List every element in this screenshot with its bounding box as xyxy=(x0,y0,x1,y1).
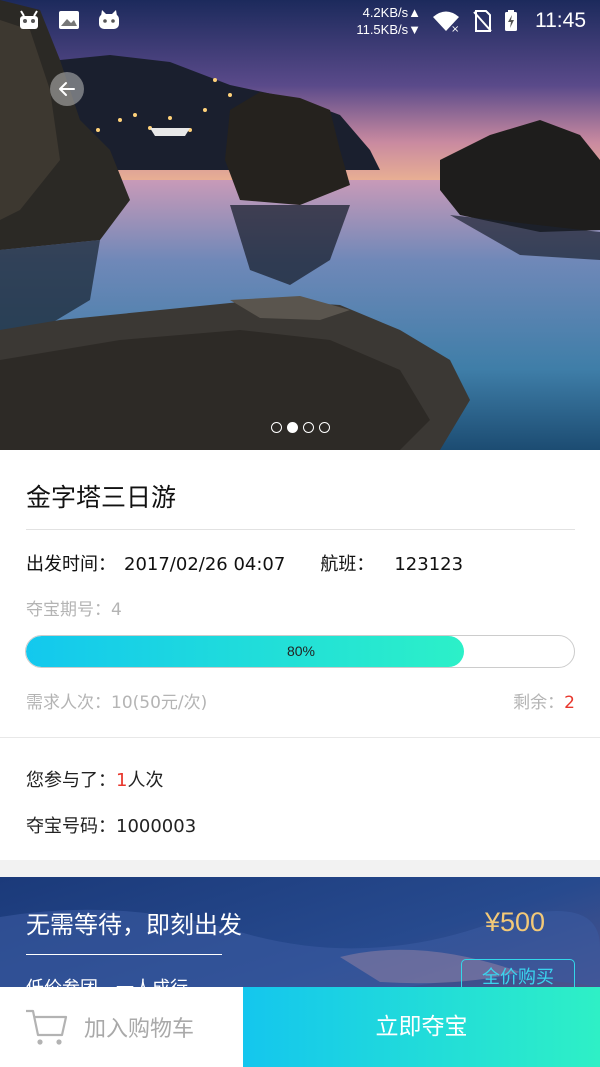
period-row: 夺宝期号：4 xyxy=(26,595,122,620)
participated-count: 1 xyxy=(116,770,128,791)
gallery-icon xyxy=(59,11,79,29)
divider xyxy=(0,737,600,738)
flight-value: 123123 xyxy=(394,554,464,575)
participated-label: 您参与了： xyxy=(26,770,116,791)
shopping-cart-icon xyxy=(26,1009,68,1045)
android-robot-icon xyxy=(20,10,38,29)
code-label: 夺宝号码： xyxy=(26,816,116,837)
remain-row: 剩余：2 xyxy=(513,688,575,713)
departure-value: 2017/02/26 04:07 xyxy=(124,554,286,575)
remain-label: 剩余： xyxy=(513,693,565,713)
code-value: 1000003 xyxy=(116,816,197,837)
demand-label: 需求人次： xyxy=(26,693,111,713)
carousel-indicator xyxy=(271,422,330,433)
departure-label: 出发时间： xyxy=(26,554,116,575)
status-bar: 4.2KB/s▲ 11.5KB/s▼ × 11:45 xyxy=(0,0,600,44)
svg-text:×: × xyxy=(451,24,459,33)
add-to-cart-button[interactable]: 加入购物车 xyxy=(0,987,243,1067)
departure-row: 出发时间： 2017/02/26 04:07 航班： 123123 xyxy=(26,550,463,576)
demand-row: 需求人次：10(50元/次) xyxy=(26,688,207,713)
grab-now-button[interactable]: 立即夺宝 xyxy=(243,987,600,1067)
participated-unit: 人次 xyxy=(127,770,164,791)
battery-charging-icon xyxy=(505,10,517,31)
back-button[interactable] xyxy=(50,72,84,106)
demand-value: 10(50元/次) xyxy=(111,693,208,713)
hero-landscape-image xyxy=(0,0,600,450)
hero-image-carousel[interactable]: 4.2KB/s▲ 11.5KB/s▼ × 11:45 xyxy=(0,0,600,450)
arrow-left-icon xyxy=(59,82,75,96)
flight-label: 航班： xyxy=(320,554,375,575)
divider xyxy=(26,529,575,530)
participated-row: 您参与了：1人次 xyxy=(26,766,163,792)
product-info-card: 金字塔三日游 出发时间： 2017/02/26 04:07 航班： 123123 夺宝… xyxy=(0,450,600,860)
carousel-dot[interactable] xyxy=(271,422,282,433)
remain-value: 2 xyxy=(564,693,575,713)
carousel-dot[interactable] xyxy=(303,422,314,433)
add-to-cart-label: 加入购物车 xyxy=(84,1017,195,1042)
network-speed: 4.2KB/s▲ 11.5KB/s▼ xyxy=(356,5,421,37)
promo-price: ¥500 xyxy=(485,907,546,937)
bottom-action-bar: 加入购物车 立即夺宝 xyxy=(0,987,600,1067)
cat-app-icon xyxy=(99,10,119,29)
product-title: 金字塔三日游 xyxy=(26,483,177,512)
period-label: 夺宝期号： xyxy=(26,600,111,620)
period-value: 4 xyxy=(111,600,122,620)
carousel-dot[interactable] xyxy=(319,422,330,433)
no-sim-icon xyxy=(473,10,492,32)
code-row: 夺宝号码：1000003 xyxy=(26,812,196,838)
promo-underline xyxy=(26,954,222,955)
carousel-dot-active[interactable] xyxy=(287,422,298,433)
progress-text: 80% xyxy=(286,643,316,659)
wifi-icon: × xyxy=(433,11,459,33)
clock: 11:45 xyxy=(535,9,586,32)
promo-title: 无需等待，即刻出发 xyxy=(26,911,242,939)
progress-bar: 80% xyxy=(25,635,575,668)
